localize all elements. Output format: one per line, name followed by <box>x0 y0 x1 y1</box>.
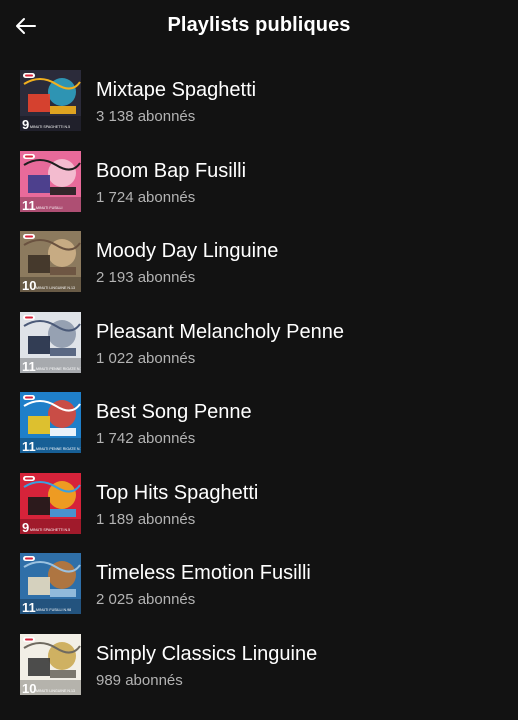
playlist-title: Moody Day Linguine <box>96 240 279 262</box>
playlist-cover: 11 MINUTI FUSILLI N.98 <box>20 553 81 614</box>
playlist-title: Mixtape Spaghetti <box>96 79 257 101</box>
cover-artwork: 9 MINUTI SPAGHETTI N.5 <box>20 472 81 534</box>
playlist-title: Pleasant Melancholy Penne <box>96 320 344 343</box>
playlist-cover: 9 MINUTI SPAGHETTI N.5 <box>20 472 81 534</box>
cover-number: 11 <box>22 600 36 614</box>
cover-artwork: 11 MINUTI PENNE RIGATE N.73 <box>20 392 81 453</box>
cover-caption: MINUTI PENNE RIGATE N.73 <box>36 447 81 451</box>
cover-artwork: 11 MINUTI FUSILLI <box>20 150 81 212</box>
list-item[interactable]: 11 MINUTI FUSILLI N.98 Timeless Emotion F… <box>0 543 518 624</box>
cover-artwork: 11 MINUTI FUSILLI N.98 <box>20 553 81 614</box>
playlist-cover: 11 MINUTI PENNE RIGATE N.73 <box>20 311 81 373</box>
cover-artwork: 10 MINUTI LINGUINE N.13 <box>20 231 81 292</box>
playlist-title: Boom Bap Fusilli <box>96 159 247 182</box>
cover-caption: MINUTI PENNE RIGATE N.73 <box>36 367 81 371</box>
playlist-cover: 10 MINUTI LINGUINE N.13 <box>20 231 81 292</box>
list-item[interactable]: 9 MINUTI SPAGHETTI N.5 Top Hits Spaghetti… <box>0 463 518 544</box>
cover-artwork: 10 MINUTI LINGUINE N.13 <box>20 633 81 695</box>
cover-caption: MINUTI FUSILLI N.98 <box>36 608 71 612</box>
playlist-followers: 989 abonnés <box>96 671 183 689</box>
cover-number: 10 <box>22 681 36 695</box>
playlist-cover: 11 MINUTI FUSILLI <box>20 150 81 212</box>
playlist-followers: 1 189 abonnés <box>96 510 196 528</box>
cover-number: 11 <box>22 359 36 373</box>
playlist-title: Timeless Emotion Fusilli <box>96 562 311 584</box>
cover-caption: MINUTI LINGUINE N.13 <box>36 286 75 290</box>
cover-number: 11 <box>22 439 36 453</box>
playlist-cover: 11 MINUTI PENNE RIGATE N.73 <box>20 392 81 453</box>
playlist-list: 9 MINUTI SPAGHETTI N.5 Mixtape Spaghetti … <box>0 60 518 704</box>
playlist-followers: 3 138 abonnés <box>96 108 196 125</box>
playlist-cover: 10 MINUTI LINGUINE N.13 <box>20 633 81 695</box>
list-item[interactable]: 9 MINUTI SPAGHETTI N.5 Mixtape Spaghetti … <box>0 60 518 141</box>
cover-caption: MINUTI SPAGHETTI N.5 <box>30 528 70 532</box>
list-item[interactable]: 11 MINUTI PENNE RIGATE N.73 Best Song Pen… <box>0 382 518 463</box>
playlist-title: Best Song Penne <box>96 401 252 423</box>
playlist-followers: 2 193 abonnés <box>96 269 196 286</box>
list-item[interactable]: 11 MINUTI FUSILLI Boom Bap Fusilli 1 724 … <box>0 141 518 222</box>
cover-number: 9 <box>22 117 29 131</box>
page-title: Playlists publiques <box>167 14 351 36</box>
header: Playlists publiques <box>0 0 518 56</box>
playlist-followers: 2 025 abonnés <box>96 591 196 608</box>
cover-number: 9 <box>22 520 29 534</box>
playlist-title: Top Hits Spaghetti <box>96 481 259 504</box>
playlist-followers: 1 742 abonnés <box>96 430 196 447</box>
playlist-title: Simply Classics Linguine <box>96 642 318 665</box>
playlist-followers: 1 022 abonnés <box>96 349 196 367</box>
cover-artwork: 11 MINUTI PENNE RIGATE N.73 <box>20 311 81 373</box>
cover-caption: MINUTI FUSILLI <box>36 206 63 210</box>
list-item[interactable]: 11 MINUTI PENNE RIGATE N.73 Pleasant Mela… <box>0 302 518 383</box>
cover-number: 11 <box>22 198 36 212</box>
list-item[interactable]: 10 MINUTI LINGUINE N.13 Simply Classics L… <box>0 624 518 705</box>
list-item[interactable]: 10 MINUTI LINGUINE N.13 Moody Day Linguin… <box>0 221 518 302</box>
playlist-followers: 1 724 abonnés <box>96 188 196 206</box>
playlist-cover: 9 MINUTI SPAGHETTI N.5 <box>20 70 81 131</box>
cover-number: 10 <box>22 278 36 292</box>
cover-caption: MINUTI SPAGHETTI N.5 <box>30 125 70 129</box>
cover-artwork: 9 MINUTI SPAGHETTI N.5 <box>20 70 81 131</box>
cover-caption: MINUTI LINGUINE N.13 <box>36 689 75 693</box>
